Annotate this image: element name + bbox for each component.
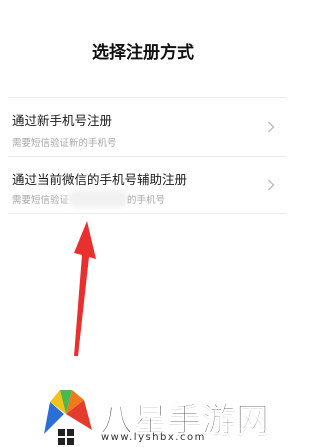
- option-title: 通过新手机号注册: [12, 113, 113, 128]
- chevron-right-icon: [268, 179, 275, 191]
- registration-options: 通过新手机号注册 需要短信验证新的手机号 通过当前微信的手机号辅助注册 需要短信…: [8, 97, 286, 214]
- page-title: 选择注册方式: [92, 43, 194, 63]
- chevron-right-icon: [268, 121, 275, 133]
- option-register-wechat-phone[interactable]: 通过当前微信的手机号辅助注册 需要短信验证 的手机号: [8, 157, 286, 214]
- watermark-logo: [44, 390, 92, 445]
- option-title: 通过当前微信的手机号辅助注册: [12, 172, 188, 187]
- option-register-new-phone[interactable]: 通过新手机号注册 需要短信验证新的手机号: [8, 98, 286, 157]
- subtitle-suffix: 的手机号: [127, 195, 166, 206]
- option-subtitle: 需要短信验证新的手机号: [12, 138, 117, 149]
- subtitle-prefix: 需要短信验证: [12, 195, 70, 206]
- red-arrow-up-icon: [74, 221, 96, 356]
- blurred-phone-number: [71, 194, 126, 204]
- option-subtitle: 需要短信验证 的手机号: [12, 192, 165, 206]
- watermark-url: www.lyshbx.com: [101, 432, 206, 443]
